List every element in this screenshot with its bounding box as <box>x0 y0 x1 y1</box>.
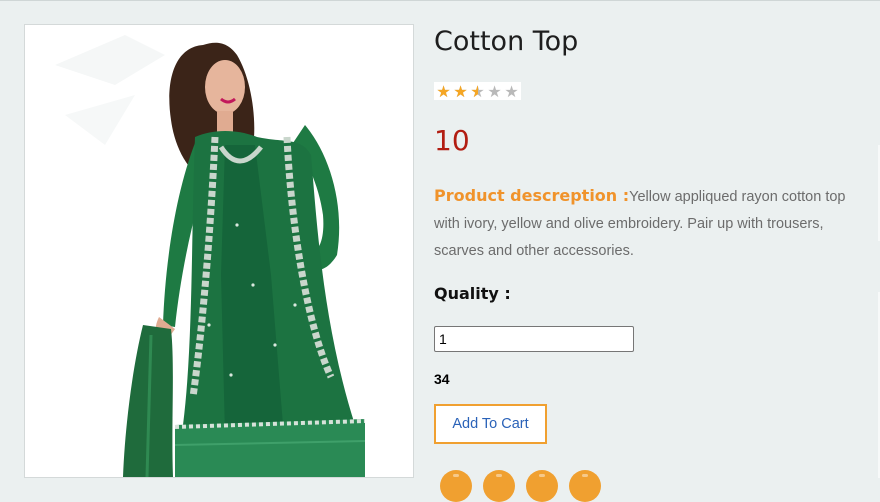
star-rating: ★ ★ ★ ★ ★ ★ ★ ★ <box>434 82 521 100</box>
quantity-label: Quality : <box>434 284 511 303</box>
product-price: 10 <box>434 124 470 157</box>
stock-count: 34 <box>434 371 450 387</box>
star-icon: ★ ★ <box>453 81 468 101</box>
quantity-input[interactable] <box>434 326 634 352</box>
star-icon: ★ <box>487 81 502 101</box>
share-icons <box>440 470 612 502</box>
google-plus-icon[interactable] <box>526 470 558 502</box>
linkedin-icon[interactable] <box>569 470 601 502</box>
product-title: Cotton Top <box>434 26 579 57</box>
star-icon: ★ ★ <box>470 81 485 101</box>
star-icon: ★ <box>504 81 519 101</box>
product-image[interactable] <box>24 24 414 478</box>
twitter-icon[interactable] <box>483 470 515 502</box>
top-divider <box>0 0 880 1</box>
product-description: Product descreption :Yellow appliqued ra… <box>434 182 854 265</box>
add-to-cart-button[interactable]: Add To Cart <box>434 404 547 444</box>
description-label: Product descreption : <box>434 186 630 205</box>
star-icon: ★ ★ <box>436 81 451 101</box>
facebook-icon[interactable] <box>440 470 472 502</box>
product-photo <box>55 35 366 477</box>
